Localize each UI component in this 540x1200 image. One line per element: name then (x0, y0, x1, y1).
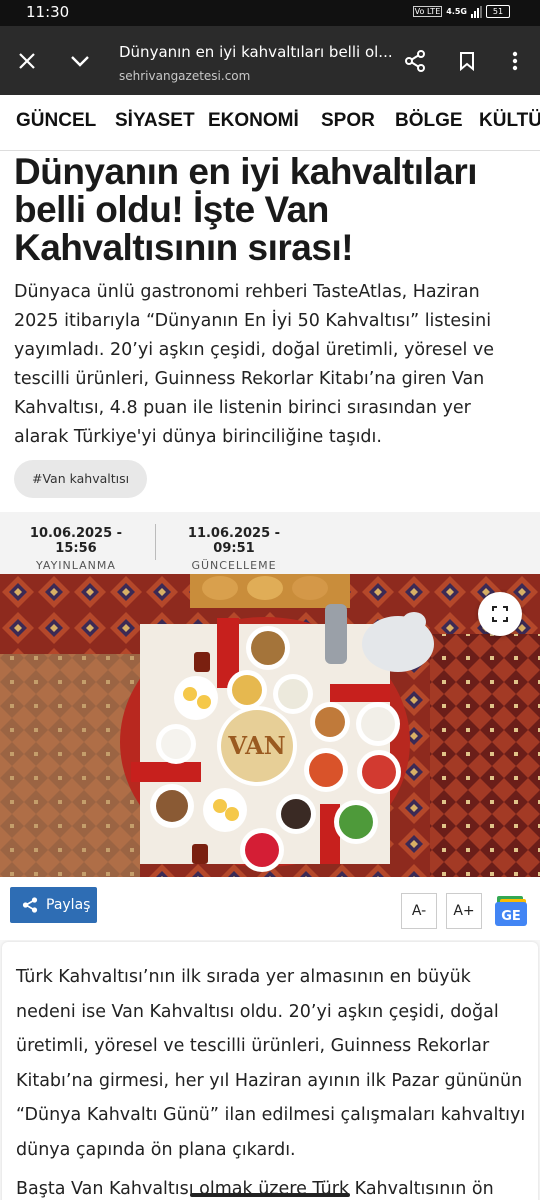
tag-chip[interactable]: #Van kahvaltısı (14, 460, 148, 498)
font-increase-button[interactable]: A+ (446, 893, 482, 929)
nav-item-siyaset[interactable]: SİYASET (115, 110, 195, 132)
nav-item-ekonomi[interactable]: EKONOMİ (208, 110, 299, 132)
nav-item-bolge[interactable]: BÖLGE (395, 110, 463, 132)
nav-item-kultur[interactable]: KÜLTÜR (479, 110, 540, 132)
close-icon[interactable] (11, 45, 43, 77)
signal-icon (471, 5, 482, 18)
updated-date: 11.06.2025 - 09:51 (187, 526, 281, 556)
hero-plate-text: VAN (227, 731, 285, 760)
updated-info: 11.06.2025 - 09:51 GÜNCELLEME (172, 526, 296, 572)
share-button[interactable]: Paylaş (10, 887, 97, 923)
more-vert-icon[interactable] (499, 45, 531, 77)
share-button-label: Paylaş (46, 897, 91, 913)
fullscreen-icon[interactable] (478, 592, 522, 636)
bookmark-icon[interactable] (451, 45, 483, 77)
published-date: 10.06.2025 - 15:56 (29, 526, 123, 556)
published-label: YAYINLANMA (36, 559, 116, 572)
article-lede: Dünyaca ünlü gastronomi rehberi TasteAtl… (14, 282, 495, 447)
status-bar: 11:30 Vo LTE 4.5G 51 (0, 0, 540, 26)
network-type: 4.5G (446, 7, 467, 16)
google-news-icon[interactable]: GE (493, 894, 529, 928)
date-divider (155, 524, 156, 560)
status-icons: Vo LTE 4.5G 51 (412, 5, 510, 18)
article-headline: Dünyanın en iyi kahvaltıları belli oldu!… (14, 151, 478, 268)
share-icon[interactable] (399, 45, 431, 77)
updated-label: GÜNCELLEME (191, 559, 277, 572)
status-time: 11:30 (26, 3, 70, 21)
battery-icon: 51 (486, 5, 510, 18)
svg-text:GE: GE (501, 909, 521, 924)
chevron-down-icon[interactable] (64, 45, 96, 77)
article-body: Türk Kahvaltısı’nın ilk sırada yer almas… (0, 940, 540, 1200)
share-small-icon (22, 897, 38, 913)
page-domain: sehrivangazetesi.com (119, 69, 251, 83)
browser-toolbar: Dünyanın en iyi kahvaltıları belli ol...… (0, 26, 540, 95)
article-paragraph: Türk Kahvaltısı’nın ilk sırada yer almas… (16, 967, 526, 1160)
home-indicator[interactable] (190, 1193, 350, 1197)
article-body-card: Türk Kahvaltısı’nın ilk sırada yer almas… (2, 942, 538, 1200)
hero-image[interactable]: VAN (0, 574, 540, 877)
nav-item-guncel[interactable]: GÜNCEL (16, 110, 96, 132)
volte-icon: Vo LTE (412, 6, 443, 17)
category-nav: GÜNCEL SİYASET EKONOMİ SPOR BÖLGE KÜLTÜR (0, 95, 540, 151)
nav-item-spor[interactable]: SPOR (321, 110, 375, 132)
page-title: Dünyanın en iyi kahvaltıları belli ol... (119, 43, 393, 61)
date-info: 10.06.2025 - 15:56 YAYINLANMA 11.06.2025… (0, 512, 540, 574)
share-toolbar: Paylaş A- A+ GE (0, 877, 540, 939)
font-decrease-button[interactable]: A- (401, 893, 437, 929)
published-info: 10.06.2025 - 15:56 YAYINLANMA (14, 526, 138, 572)
